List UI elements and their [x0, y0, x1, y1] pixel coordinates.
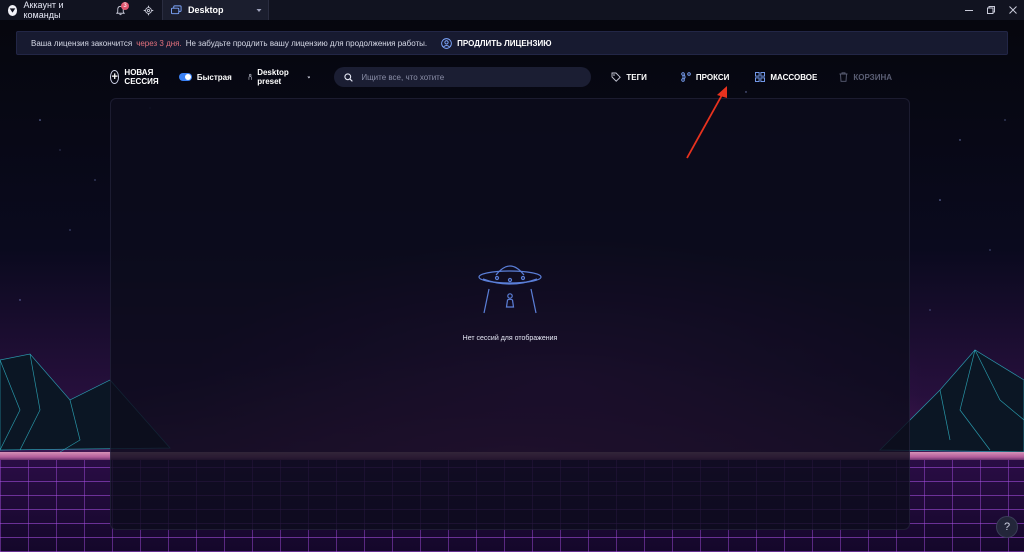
tag-icon	[611, 72, 622, 82]
account-tab[interactable]: Аккаунт и команды	[0, 0, 100, 20]
banner-text-before: Ваша лицензия закончится	[31, 38, 133, 48]
desktop-tab-icon	[171, 5, 182, 15]
tags-label: ТЕГИ	[626, 72, 647, 82]
new-session-label: НОВАЯ СЕССИЯ	[124, 68, 159, 86]
renew-license-label: ПРОДЛИТЬ ЛИЦЕНЗИЮ	[457, 38, 552, 48]
empty-state: Нет сессий для отображения	[111, 259, 909, 342]
chevron-down-icon	[306, 76, 311, 78]
bulk-actions-label: МАССОВОЕ	[770, 72, 818, 82]
license-banner: Ваша лицензия закончится через 3 дня. Не…	[16, 31, 1008, 55]
session-toolbar: + НОВАЯ СЕССИЯ Быстрая Desktop preset ТЕ…	[110, 66, 914, 88]
notifications-button[interactable]: 3	[106, 0, 134, 20]
gear-icon	[143, 5, 153, 15]
trash-button[interactable]: КОРЗИНА	[839, 72, 892, 82]
grid-icon	[755, 72, 766, 82]
tab-desktop[interactable]: Desktop	[162, 0, 269, 20]
search-icon	[344, 72, 354, 82]
title-bar: Аккаунт и команды 3 Desktop	[0, 0, 1024, 20]
trash-label: КОРЗИНА	[853, 72, 892, 82]
settings-button[interactable]	[134, 0, 162, 20]
fast-mode-toggle[interactable]: Быстрая	[178, 72, 232, 82]
proxy-label: ПРОКСИ	[695, 72, 730, 82]
renew-license-button[interactable]: ПРОДЛИТЬ ЛИЦЕНЗИЮ	[441, 37, 552, 49]
search-input[interactable]	[361, 72, 592, 82]
help-button[interactable]: ?	[996, 516, 1018, 538]
empty-state-message: Нет сессий для отображения	[462, 335, 558, 342]
ufo-icon	[478, 265, 542, 314]
chevron-down-icon[interactable]	[256, 8, 262, 13]
app-logo-icon	[8, 4, 18, 16]
minimize-icon	[965, 10, 973, 11]
preset-dropdown[interactable]: Desktop preset	[248, 68, 311, 86]
tags-button[interactable]: ТЕГИ	[611, 72, 647, 82]
help-icon: ?	[1003, 521, 1011, 533]
user-circle-icon	[441, 37, 452, 49]
bulk-actions-button[interactable]: МАССОВОЕ	[755, 72, 817, 82]
preset-label: Desktop preset	[257, 68, 289, 86]
restore-button[interactable]	[980, 0, 1002, 20]
toolbar-actions: ТЕГИ ПРОКСИ МАССОВОЕ КОРЗИНА	[611, 72, 914, 82]
minimize-button[interactable]	[958, 0, 980, 20]
new-session-button[interactable]: + НОВАЯ СЕССИЯ	[110, 68, 165, 86]
trash-icon	[839, 72, 848, 82]
search-bar[interactable]	[334, 67, 592, 87]
close-button[interactable]	[1002, 0, 1024, 20]
desktop-tab-label: Desktop	[188, 5, 224, 15]
proxy-button[interactable]: ПРОКСИ	[681, 72, 730, 82]
fast-mode-label: Быстрая	[196, 72, 232, 82]
proxy-icon	[681, 72, 691, 82]
account-tab-label: Аккаунт и команды	[23, 0, 64, 20]
plus-circle-icon: +	[110, 70, 120, 84]
sessions-panel: Нет сессий для отображения	[110, 98, 910, 530]
close-icon	[1009, 6, 1017, 14]
person-icon	[248, 73, 252, 80]
notification-badge: 3	[121, 2, 129, 10]
restore-icon	[987, 6, 995, 14]
banner-text-after: Не забудьте продлить вашу лицензию для п…	[185, 38, 428, 48]
toggle-switch[interactable]	[178, 73, 192, 81]
banner-warning-text: через 3 дня.	[136, 38, 182, 48]
